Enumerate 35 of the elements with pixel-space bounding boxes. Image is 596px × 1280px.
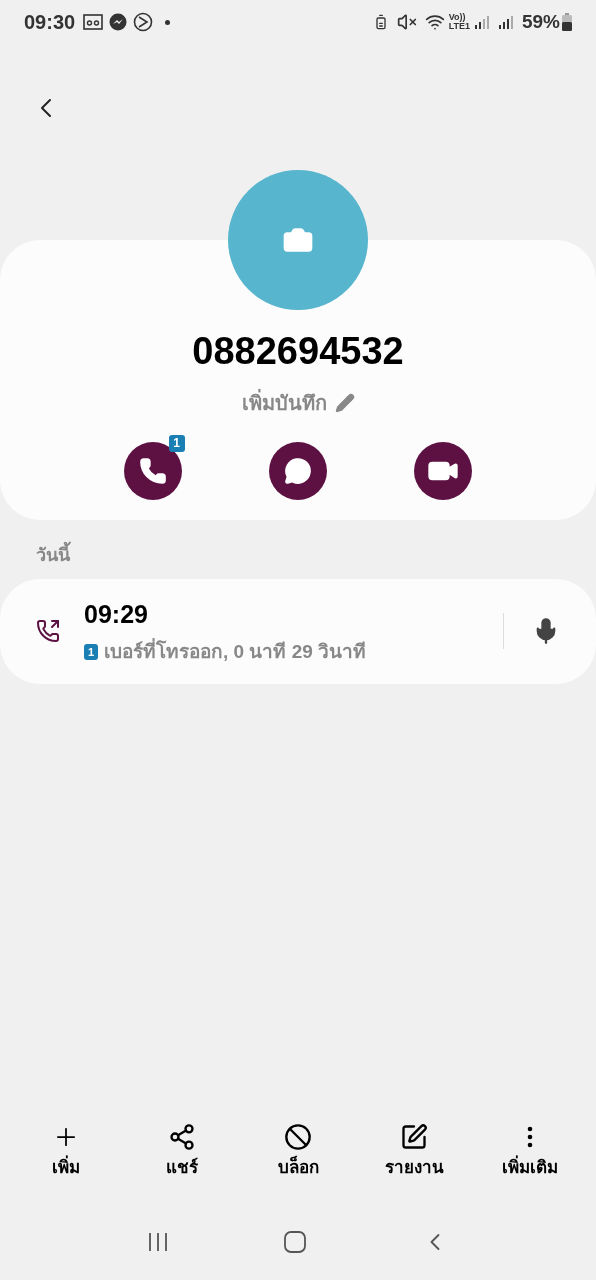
pencil-icon bbox=[334, 392, 355, 413]
outgoing-call-icon bbox=[36, 619, 60, 643]
recents-icon[interactable] bbox=[147, 1231, 169, 1253]
share-button[interactable]: แชร์ bbox=[132, 1122, 232, 1180]
phone-number: 0882694532 bbox=[192, 329, 404, 374]
more-button[interactable]: เพิ่มเติม bbox=[480, 1122, 580, 1180]
pencil-square-icon bbox=[400, 1122, 428, 1151]
add-button[interactable]: เพิ่ม bbox=[16, 1122, 116, 1180]
battery-percent: 59% bbox=[521, 9, 560, 34]
chat-bubble-icon bbox=[284, 456, 312, 485]
block-button[interactable]: บล็อก bbox=[248, 1122, 348, 1180]
volte-label: Vo)) bbox=[448, 13, 466, 22]
lte-label: LTE1 bbox=[448, 22, 470, 31]
play-circle-icon bbox=[133, 12, 154, 32]
signal-icon bbox=[473, 15, 490, 29]
call-log-item[interactable]: 09:29 1 เบอร์ที่โทรออก, 0 นาที 29 วินาที bbox=[0, 578, 596, 684]
status-time: 09:30 bbox=[24, 10, 76, 35]
section-heading: วันนี้ bbox=[36, 541, 596, 569]
call-time: 09:29 bbox=[84, 599, 149, 630]
wifi-icon bbox=[424, 12, 445, 32]
message-button[interactable] bbox=[269, 441, 327, 500]
block-icon bbox=[284, 1122, 312, 1151]
sim-badge: 1 bbox=[168, 434, 185, 452]
messenger-icon bbox=[109, 13, 128, 31]
phone-icon bbox=[138, 456, 167, 485]
report-button[interactable]: รายงาน bbox=[364, 1122, 464, 1180]
more-icon bbox=[527, 1125, 533, 1148]
signal-icon bbox=[497, 15, 514, 29]
sim-badge: 1 bbox=[84, 643, 98, 660]
home-icon[interactable] bbox=[283, 1230, 307, 1254]
mute-icon bbox=[396, 12, 417, 32]
battery-icon bbox=[562, 13, 572, 31]
voicemail-icon bbox=[83, 14, 104, 30]
call-detail: เบอร์ที่โทรออก, 0 นาที 29 วินาที bbox=[104, 637, 367, 664]
share-icon bbox=[168, 1122, 196, 1151]
